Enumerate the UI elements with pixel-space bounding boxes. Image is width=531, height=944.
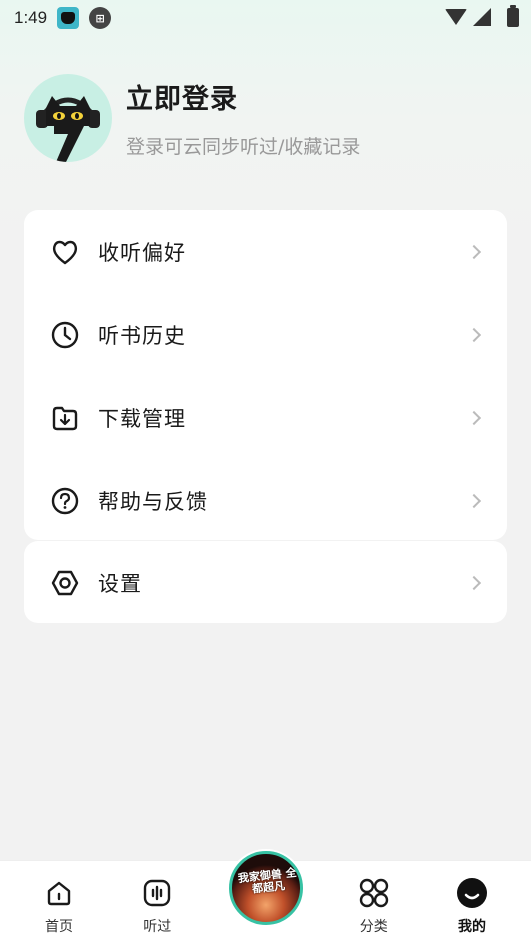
category-icon	[358, 877, 390, 909]
nav-listened[interactable]: 听过	[128, 861, 186, 936]
login-subtitle: 登录可云同步听过/收藏记录	[126, 136, 361, 158]
clock-icon	[50, 320, 80, 350]
signal-icon	[473, 8, 491, 26]
settings-icon	[50, 568, 80, 598]
settings-card: 设置	[24, 541, 507, 623]
bottom-nav: 首页 听过 分类 我的 我家御兽 全都超凡	[0, 849, 531, 944]
profile-icon	[456, 877, 488, 909]
nav-label: 首页	[45, 919, 73, 935]
nav-home[interactable]: 首页	[30, 861, 88, 936]
wifi-icon	[445, 9, 467, 25]
nav-label: 我的	[458, 919, 486, 935]
status-bar: 1:49 ⊞	[0, 0, 531, 36]
menu-item-label: 收听偏好	[98, 240, 186, 265]
chevron-right-icon	[466, 327, 482, 342]
mini-player-button[interactable]: 我家御兽 全都超凡	[227, 849, 305, 927]
menu-item-download-management[interactable]: 下载管理	[24, 376, 507, 459]
battery-icon	[507, 5, 519, 27]
menu-item-label: 听书历史	[98, 323, 186, 348]
chevron-right-icon	[466, 575, 482, 590]
nav-mine[interactable]: 我的	[443, 861, 501, 936]
heart-icon	[50, 237, 80, 267]
profile-header[interactable]: 立即登录 登录可云同步听过/收藏记录	[24, 74, 360, 162]
menu-item-label: 设置	[98, 571, 142, 596]
audio-wave-icon	[141, 877, 173, 909]
nav-label: 听过	[143, 919, 172, 935]
circle-badge-icon: ⊞	[89, 7, 112, 29]
app-icon	[57, 7, 80, 29]
menu-item-settings[interactable]: 设置	[24, 541, 507, 624]
status-indicators	[445, 5, 519, 27]
chevron-right-icon	[466, 410, 482, 425]
player-cover-title: 我家御兽 全都超凡	[237, 865, 298, 896]
cat-headphones-icon	[36, 96, 100, 162]
menu-item-help-feedback[interactable]: 帮助与反馈	[24, 459, 507, 542]
menu-card: 收听偏好 听书历史 下载管理 帮助与反馈	[24, 210, 507, 540]
menu-item-label: 下载管理	[98, 406, 186, 431]
home-icon	[43, 877, 75, 909]
chevron-right-icon	[466, 244, 482, 259]
nav-category[interactable]: 分类	[345, 861, 403, 936]
menu-item-label: 帮助与反馈	[98, 489, 208, 514]
menu-item-listening-history[interactable]: 听书历史	[24, 293, 507, 376]
help-circle-icon	[50, 486, 80, 516]
menu-item-listening-preferences[interactable]: 收听偏好	[24, 210, 507, 293]
download-folder-icon	[50, 403, 80, 433]
avatar[interactable]	[24, 74, 112, 162]
profile-text: 立即登录 登录可云同步听过/收藏记录	[126, 77, 360, 159]
nav-label: 分类	[359, 919, 388, 935]
login-title[interactable]: 立即登录	[126, 77, 360, 116]
chevron-right-icon	[466, 493, 482, 508]
status-time: 1:49	[14, 8, 48, 27]
player-cover-disc: 我家御兽 全都超凡	[229, 851, 303, 925]
